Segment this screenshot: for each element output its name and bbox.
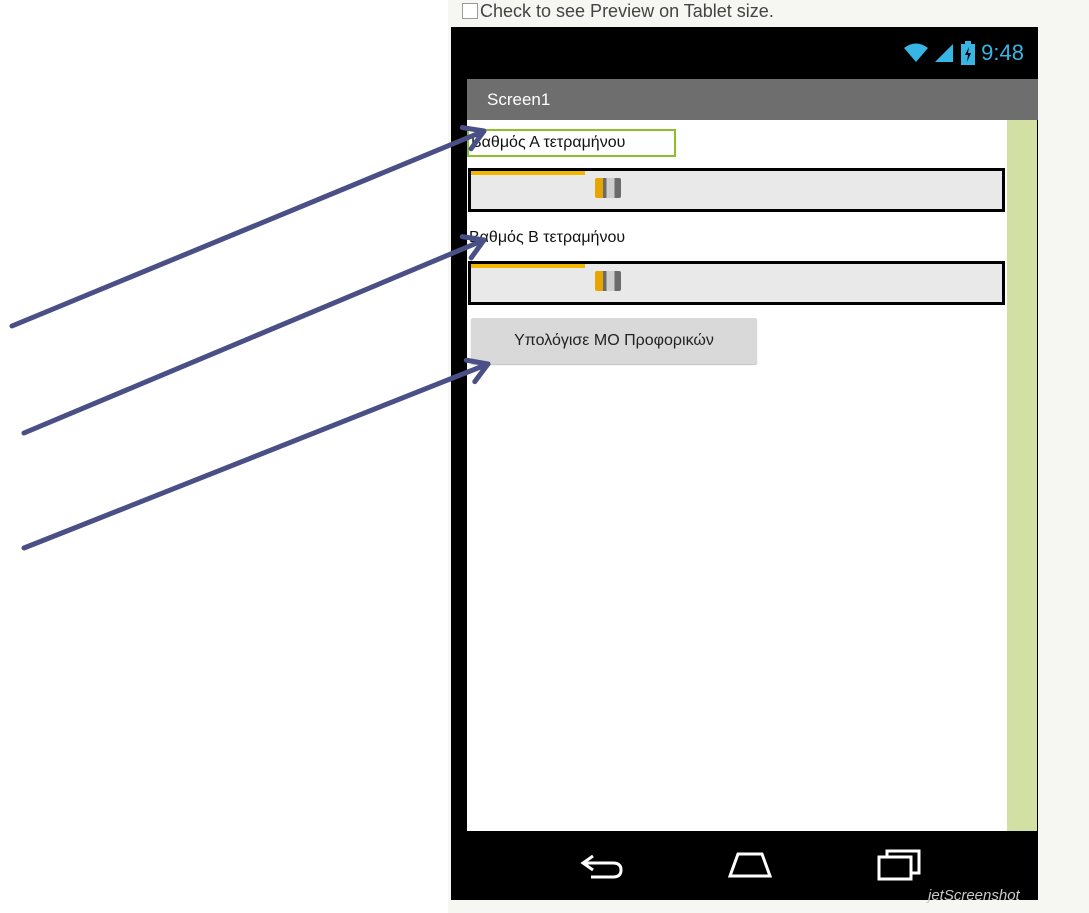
arrow-to-label-b	[21, 234, 487, 436]
arrow-to-label-a	[9, 125, 487, 329]
arrow-to-calc-button	[21, 357, 491, 551]
annotation-arrows	[9, 125, 491, 551]
